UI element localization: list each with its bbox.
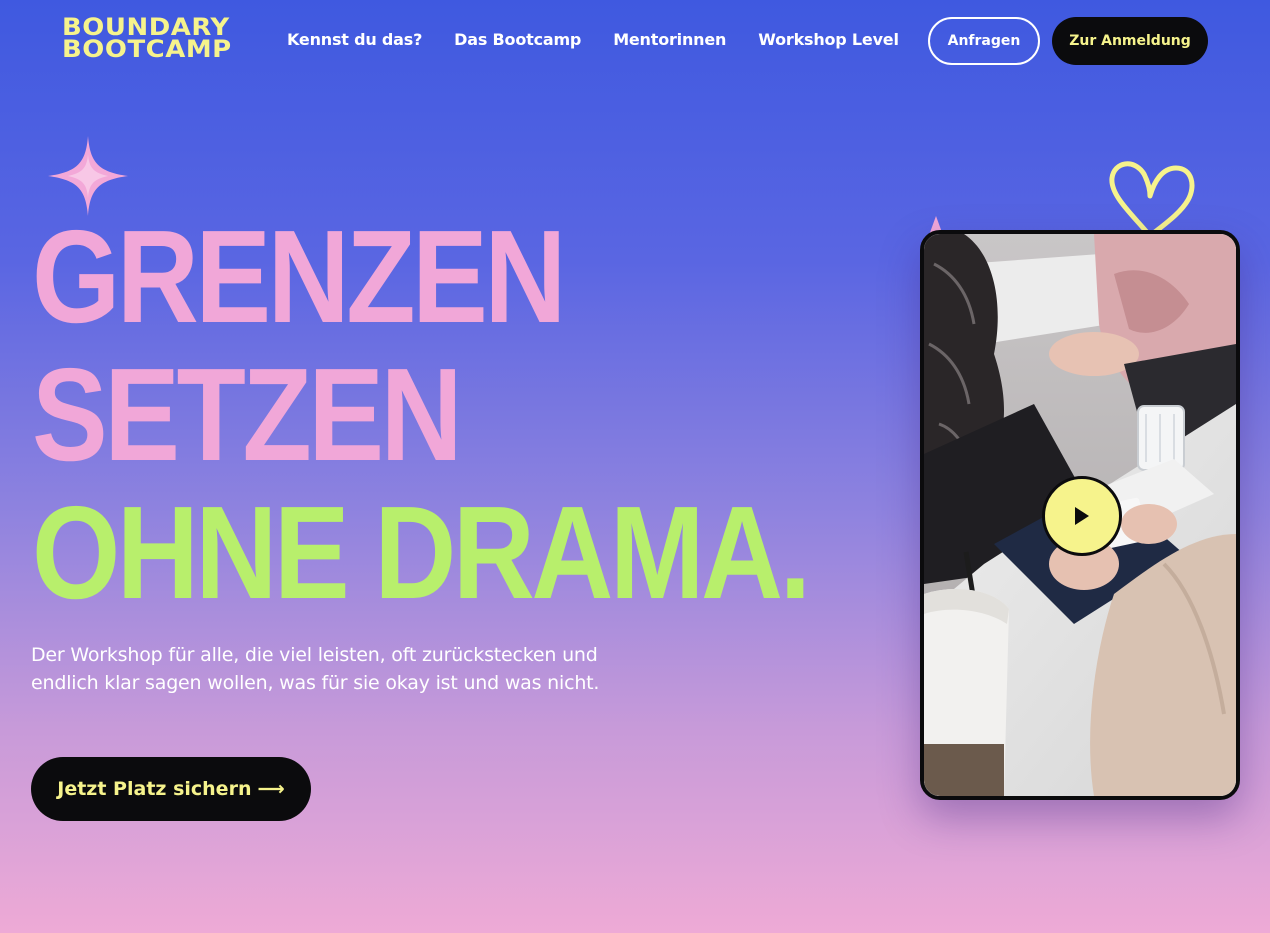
nav-item-mentorinnen[interactable]: Mentorinnen [613, 30, 726, 49]
site-header: BOUNDARY BOOTCAMP Kennst du das? Das Boo… [0, 0, 1270, 82]
register-button[interactable]: Zur Anmeldung [1052, 17, 1208, 65]
headline-line-1: GRENZEN [32, 203, 566, 350]
play-button[interactable] [1042, 476, 1122, 556]
main-nav: Kennst du das? Das Bootcamp Mentorinnen … [287, 30, 899, 49]
inquire-button[interactable]: Anfragen [928, 17, 1040, 65]
headline-line-3: OHNE DRAMA. [32, 479, 811, 626]
logo-line-2: BOOTCAMP [62, 35, 232, 63]
arrow-right-icon: ⟶ [257, 778, 285, 800]
headline-line-2: SETZEN [32, 341, 463, 488]
cta-label: Jetzt Platz sichern [57, 778, 252, 800]
play-icon [1075, 507, 1089, 525]
hero-headline: GRENZEN SETZEN OHNE DRAMA. [32, 208, 934, 622]
hero-subtext: Der Workshop für alle, die viel leisten,… [31, 644, 600, 694]
nav-item-kennst-du-das[interactable]: Kennst du das? [287, 30, 422, 49]
video-player[interactable] [920, 230, 1240, 800]
logo[interactable]: BOUNDARY BOOTCAMP [62, 15, 242, 61]
nav-item-workshop-level[interactable]: Workshop Level [758, 30, 899, 49]
nav-item-das-bootcamp[interactable]: Das Bootcamp [454, 30, 581, 49]
secure-spot-button[interactable]: Jetzt Platz sichern ⟶ [31, 757, 311, 821]
